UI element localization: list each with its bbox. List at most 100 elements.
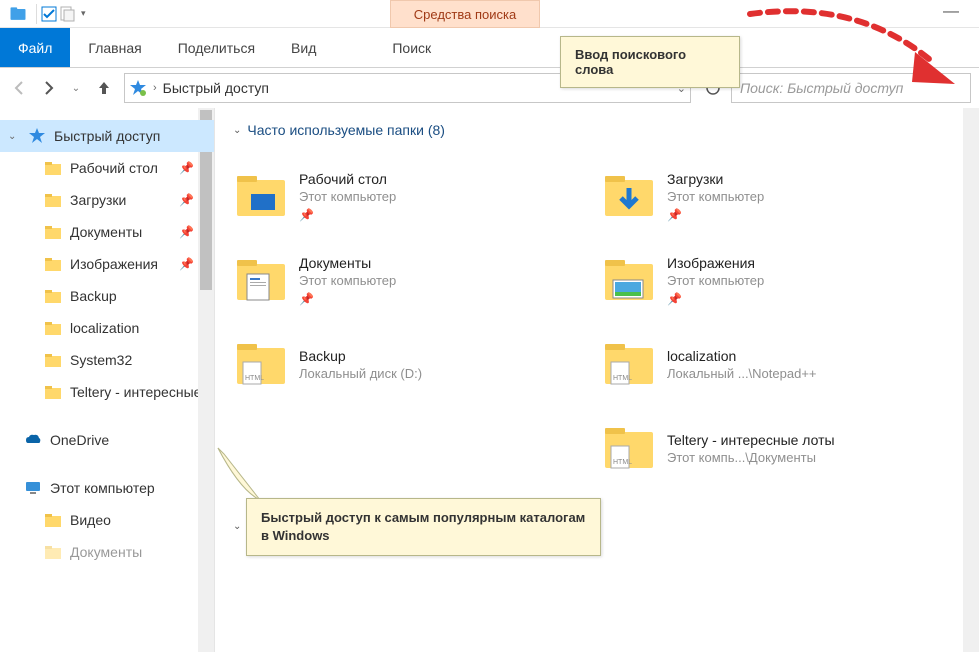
folder-icon [44, 255, 62, 273]
content-scrollbar[interactable] [963, 108, 979, 652]
tab-share[interactable]: Поделиться [160, 28, 273, 67]
sidebar-item-downloads[interactable]: Загрузки 📌 [0, 184, 214, 216]
back-button[interactable] [8, 76, 32, 100]
up-button[interactable] [92, 76, 116, 100]
navigation-pane: ⌄ Быстрый доступ Рабочий стол 📌 Загрузки… [0, 108, 215, 652]
folder-path: Этот компьютер [667, 189, 764, 204]
folder-icon: HTML [601, 336, 657, 392]
sidebar-item-video[interactable]: Видео [0, 504, 214, 536]
folder-icon: HTML [233, 336, 289, 392]
contextual-tab-label: Средства поиска [390, 0, 540, 28]
sidebar-item-label: System32 [70, 352, 132, 368]
folder-name: Teltery - интересные лоты [667, 432, 835, 448]
sidebar-item-backup[interactable]: Backup [0, 280, 214, 312]
pin-icon: 📌 [179, 161, 194, 175]
navigation-bar: ⌄ › Быстрый доступ ⌄ [0, 68, 979, 108]
folder-icon [44, 287, 62, 305]
quick-access-star-icon [129, 79, 147, 97]
sidebar-item-label: Изображения [70, 256, 158, 272]
content-pane: ⌄ Часто используемые папки (8) Рабочий с… [215, 108, 979, 652]
tab-view[interactable]: Вид [273, 28, 334, 67]
pin-icon: 📌 [179, 225, 194, 239]
onedrive-icon [24, 431, 42, 449]
folders-grid: Рабочий стол Этот компьютер 📌 Загрузки Э… [215, 144, 979, 500]
folder-name: Backup [299, 348, 422, 364]
folder-name: Изображения [667, 255, 764, 271]
sidebar-item-label: localization [70, 320, 139, 336]
pin-icon: 📌 [667, 292, 764, 306]
separator [36, 4, 37, 24]
folder-path: Этот компьютер [667, 273, 764, 288]
sidebar-item-label: Backup [70, 288, 117, 304]
search-box[interactable] [731, 73, 971, 103]
sidebar-item-label: Документы [70, 224, 142, 240]
folder-icon [44, 511, 62, 529]
folder-path: Этот компь...\Документы [667, 450, 835, 465]
minimize-button[interactable]: ― [941, 6, 961, 18]
svg-text:HTML: HTML [245, 375, 264, 382]
sidebar-item-localization[interactable]: localization [0, 312, 214, 344]
explorer-icon [8, 4, 28, 24]
sidebar-onedrive[interactable]: OneDrive [0, 424, 214, 456]
folder-path: Локальный ...\Notepad++ [667, 366, 817, 381]
folder-icon [44, 223, 62, 241]
folder-icon [44, 383, 62, 401]
sidebar-this-pc[interactable]: Этот компьютер [0, 472, 214, 504]
folder-item[interactable]: HTML localization Локальный ...\Notepad+… [601, 324, 961, 404]
folder-name: Документы [299, 255, 396, 271]
chevron-right-icon: › [153, 82, 157, 94]
folder-item[interactable]: Изображения Этот компьютер 📌 [601, 240, 961, 320]
sidebar-scrollbar[interactable] [198, 108, 214, 652]
sidebar-item-label: Рабочий стол [70, 160, 158, 176]
sidebar-item-label: OneDrive [50, 432, 109, 448]
folder-icon [44, 351, 62, 369]
svg-text:HTML: HTML [613, 375, 632, 382]
pin-icon: 📌 [667, 208, 764, 222]
sidebar-item-label: Загрузки [70, 192, 126, 208]
folder-item[interactable]: Загрузки Этот компьютер 📌 [601, 156, 961, 236]
folder-item[interactable]: HTML Backup Локальный диск (D:) [233, 324, 593, 404]
qat-dropdown-icon[interactable]: ▾ [81, 8, 86, 19]
forward-button[interactable] [36, 76, 60, 100]
folder-item[interactable]: HTML Teltery - интересные лоты Этот комп… [601, 408, 961, 488]
chevron-down-icon: ⌄ [233, 125, 241, 136]
sidebar-item-label: Этот компьютер [50, 480, 155, 496]
folder-item[interactable]: Документы Этот компьютер 📌 [233, 240, 593, 320]
folder-name: Загрузки [667, 171, 764, 187]
folder-path: Локальный диск (D:) [299, 366, 422, 381]
sidebar-item-label: Teltery - интересные лоты [70, 384, 200, 400]
chevron-down-icon: ⌄ [233, 521, 241, 532]
sidebar-item-label: Видео [70, 512, 111, 528]
history-dropdown-icon[interactable]: ⌄ [64, 76, 88, 100]
pictures-folder-icon [601, 252, 657, 308]
sidebar-item-documents[interactable]: Документы 📌 [0, 216, 214, 248]
sidebar-item-pictures[interactable]: Изображения 📌 [0, 248, 214, 280]
chevron-down-icon[interactable]: ⌄ [8, 131, 16, 142]
sidebar-item-teltery[interactable]: Teltery - интересные лоты [0, 376, 214, 408]
tab-home[interactable]: Главная [70, 28, 159, 67]
tab-file[interactable]: Файл [0, 28, 70, 67]
folder-icon [44, 191, 62, 209]
breadcrumb[interactable]: Быстрый доступ [163, 80, 269, 96]
svg-text:HTML: HTML [613, 459, 632, 466]
properties-icon[interactable] [59, 5, 77, 23]
sidebar-item-label: Документы [70, 544, 142, 560]
ribbon-tabs: Средства поиска Файл Главная Поделиться … [0, 28, 979, 68]
search-input[interactable] [740, 80, 962, 96]
folder-path: Этот компьютер [299, 273, 396, 288]
sidebar-item-desktop[interactable]: Рабочий стол 📌 [0, 152, 214, 184]
folder-item[interactable]: Рабочий стол Этот компьютер 📌 [233, 156, 593, 236]
annotation-callout-sidebar: Быстрый доступ к самым популярным катало… [246, 498, 601, 556]
checkbox-icon[interactable] [41, 6, 57, 22]
folder-name: Рабочий стол [299, 171, 396, 187]
folder-icon: HTML [601, 420, 657, 476]
sidebar-item-system32[interactable]: System32 [0, 344, 214, 376]
group-frequent-folders[interactable]: ⌄ Часто используемые папки (8) [215, 116, 979, 144]
pin-icon: 📌 [299, 292, 396, 306]
folder-path: Этот компьютер [299, 189, 396, 204]
sidebar-item-documents-pc[interactable]: Документы [0, 536, 214, 568]
sidebar-quick-access[interactable]: ⌄ Быстрый доступ [0, 120, 214, 152]
pin-icon: 📌 [179, 193, 194, 207]
folder-icon [44, 159, 62, 177]
tab-search[interactable]: Поиск [374, 28, 449, 67]
